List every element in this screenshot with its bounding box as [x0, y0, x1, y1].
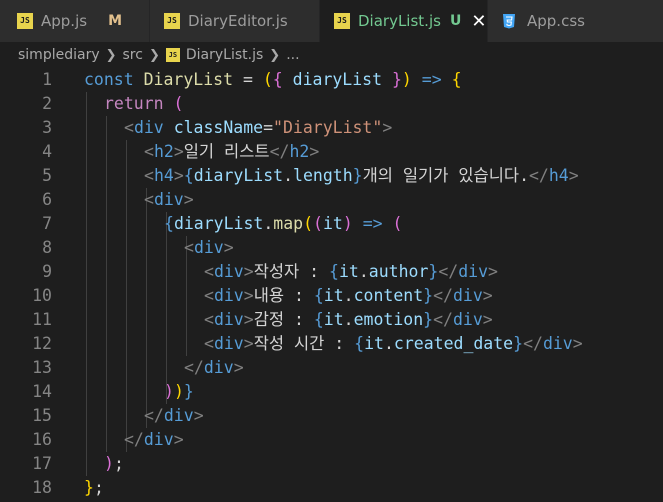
code-text: <div>작성 시간 : {it.created_date}</div>	[204, 334, 583, 353]
chevron-right-icon: ❯	[105, 47, 117, 63]
breadcrumb: simplediary ❯ src ❯ JS DiaryList.js ❯ ..…	[0, 42, 663, 68]
code-line: 15 </div>	[0, 404, 663, 428]
code-line: 13 </div>	[0, 356, 663, 380]
breadcrumb-folder-simplediary[interactable]: simplediary	[18, 47, 100, 63]
breadcrumb-folder-src[interactable]: src	[123, 47, 143, 63]
js-file-icon: JS	[164, 13, 180, 29]
line-number: 7	[42, 214, 52, 233]
code-line: 16 </div>	[0, 428, 663, 452]
code-line: 2 return (	[0, 92, 663, 116]
code-text: <div className="DiaryList">	[124, 118, 393, 137]
tab-label: DiaryEditor.js	[188, 12, 288, 30]
code-text: <div>감정 : {it.emotion}</div>	[204, 310, 493, 329]
code-line: 4 <h2>일기 리스트</h2>	[0, 140, 663, 164]
code-text: <div>내용 : {it.content}</div>	[204, 286, 493, 305]
code-text: <div>	[144, 190, 194, 209]
js-file-icon: JS	[165, 48, 180, 62]
code-text: const DiaryList = ({ diaryList }) => {	[84, 70, 462, 89]
line-number: 5	[42, 166, 52, 185]
code-text: <h4>{diaryList.length}개의 일기가 있습니다.</h4>	[144, 166, 579, 185]
tab-app-js[interactable]: JS App.js M	[0, 0, 150, 42]
line-number: 18	[32, 478, 52, 497]
code-text: </div>	[144, 406, 204, 425]
line-number: 16	[32, 430, 52, 449]
chevron-right-icon: ❯	[269, 47, 281, 63]
tab-label: App.js	[41, 12, 88, 30]
code-line: 14 ))}	[0, 380, 663, 404]
line-number: 2	[42, 94, 52, 113]
code-line: 18 };	[0, 476, 663, 500]
modified-status: M	[108, 13, 122, 29]
code-text: </div>	[124, 430, 184, 449]
line-number: 10	[32, 286, 52, 305]
code-line: 9 <div>작성자 : {it.author}</div>	[0, 260, 663, 284]
line-number: 6	[42, 190, 52, 209]
chevron-right-icon: ❯	[148, 47, 160, 63]
code-line: 6 <div>	[0, 188, 663, 212]
js-file-icon: JS	[334, 13, 350, 29]
close-icon[interactable]: ✕	[471, 11, 486, 32]
code-line: 7 {diaryList.map((it) => (	[0, 212, 663, 236]
line-number: 14	[32, 382, 52, 401]
tab-diaryeditor-js[interactable]: JS DiaryEditor.js	[150, 0, 320, 42]
tab-label: DiaryList.js	[358, 12, 441, 30]
code-text: </div>	[184, 358, 244, 377]
code-text: <h2>일기 리스트</h2>	[144, 142, 320, 161]
code-line: 3 <div className="DiaryList">	[0, 116, 663, 140]
line-number: 8	[42, 238, 52, 257]
code-text: {diaryList.map((it) => (	[164, 214, 403, 233]
code-text: <div>	[184, 238, 234, 257]
code-text: ))}	[164, 382, 194, 401]
line-number: 1	[42, 70, 52, 89]
code-line: 5 <h4>{diaryList.length}개의 일기가 있습니다.</h4…	[0, 164, 663, 188]
code-line: 8 <div>	[0, 236, 663, 260]
code-line: 12 <div>작성 시간 : {it.created_date}</div>	[0, 332, 663, 356]
line-number: 4	[42, 142, 52, 161]
breadcrumb-symbol-more[interactable]: ...	[286, 47, 299, 63]
js-file-icon: JS	[17, 13, 33, 29]
code-text: <div>작성자 : {it.author}</div>	[204, 262, 498, 281]
line-number: 11	[32, 310, 52, 329]
tab-label: App.css	[527, 12, 585, 30]
line-number: 13	[32, 358, 52, 377]
code-text: );	[104, 454, 124, 473]
code-line: 10 <div>내용 : {it.content}</div>	[0, 284, 663, 308]
code-line: 17 );	[0, 452, 663, 476]
tab-diarylist-js[interactable]: JS DiaryList.js U ✕	[320, 0, 488, 42]
breadcrumb-file[interactable]: DiaryList.js	[186, 47, 263, 63]
code-line: 11 <div>감정 : {it.emotion}</div>	[0, 308, 663, 332]
code-line: 1 const DiaryList = ({ diaryList }) => {	[0, 68, 663, 92]
untracked-status: U	[449, 13, 462, 29]
line-number: 17	[32, 454, 52, 473]
line-number: 9	[42, 262, 52, 281]
line-number: 15	[32, 406, 52, 425]
css-file-icon	[503, 14, 515, 29]
code-text: };	[84, 478, 104, 497]
code-editor[interactable]: 1 const DiaryList = ({ diaryList }) => {…	[0, 68, 663, 502]
code-text: return (	[104, 94, 184, 113]
line-number: 12	[32, 334, 52, 353]
line-number: 3	[42, 118, 52, 137]
editor-tab-bar: JS App.js M JS DiaryEditor.js JS DiaryLi…	[0, 0, 663, 42]
tab-app-css[interactable]: App.css	[488, 0, 663, 42]
